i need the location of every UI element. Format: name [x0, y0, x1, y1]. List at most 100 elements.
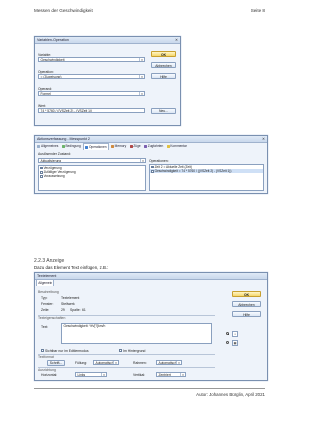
operand-value: Formel [40, 92, 51, 96]
help-button[interactable]: Hilfe [151, 73, 176, 79]
text-input[interactable]: Geschwindigkeit: %V[?]km/h [61, 323, 212, 344]
show-image-radio[interactable] [226, 341, 229, 344]
chevron-down-icon: ▾ [176, 361, 181, 364]
align-heading: Ausrichtung [38, 367, 56, 372]
route-icon [144, 145, 147, 148]
operations-icon [85, 145, 89, 149]
page-footer: Autor: Johannes Bürglin, April 2021 [196, 392, 265, 397]
page-header-title: Messen der Geschwindigkeit [34, 8, 93, 13]
description-heading: Beschreibung [38, 290, 59, 294]
fill-select[interactable]: Automatisch ▾ [93, 360, 119, 365]
editmode-checkbox[interactable] [41, 349, 44, 352]
tab-memory[interactable]: Memory [110, 143, 128, 150]
checkbox[interactable] [151, 170, 154, 173]
align-divider [38, 367, 215, 368]
help-button[interactable]: Hilfe [232, 311, 261, 317]
tab-label: Züge [133, 144, 141, 148]
tab-allgemein[interactable]: Allgemein [36, 279, 55, 286]
tab-label: Kommentar [170, 144, 187, 148]
props-heading: Texteigenschaften [38, 316, 66, 320]
state-label: Auslösender Zustand: [38, 152, 71, 156]
horizontal-select[interactable]: Links ▾ [75, 372, 107, 377]
frame-value: Automatisch [158, 361, 177, 365]
format-divider [38, 354, 215, 355]
cancel-button[interactable]: Abbrechen [151, 62, 176, 68]
train-icon [129, 145, 133, 148]
operation-select[interactable]: = (Zuweisung) ▾ [38, 74, 145, 79]
left-list: Verzögerung Zufälliger Verzögerung Vorau… [38, 165, 146, 191]
chevron-down-icon: ▾ [139, 75, 144, 78]
checkbox[interactable] [40, 175, 43, 178]
close-icon[interactable]: ✕ [261, 137, 266, 142]
dialog-title-bar: Aktionsverfassung - Messpunkt 2 ✕ [35, 136, 267, 143]
variable-operation-dialog: Variablen-Operation ✕ Variable: Geschwin… [34, 36, 181, 126]
ok-button[interactable]: OK [151, 51, 176, 57]
tab-label: Memory [114, 144, 127, 148]
section-text: Dazu das Element Text einfügen, z.B.: [34, 265, 109, 270]
condition-icon [61, 145, 65, 148]
tab-zugfahrten[interactable]: Zugfahrten [143, 143, 165, 150]
vertical-value: Zentriert [158, 373, 171, 377]
tab-label: Zugfahrten [147, 144, 164, 148]
close-icon[interactable]: ✕ [174, 38, 179, 43]
format-heading: Textformat [38, 355, 54, 359]
operation-value: = (Zuweisung) [40, 75, 62, 79]
tab-bar: Allgemeines Bedingung Operationen Memory… [35, 143, 267, 150]
fenster-label: Fenster: [41, 302, 54, 306]
tab-kommentar[interactable]: Kommentar [165, 143, 188, 150]
tab-operationen[interactable]: Operationen [82, 143, 109, 150]
chevron-down-icon: ▾ [113, 361, 118, 364]
font-button[interactable]: Schrift... [47, 360, 65, 366]
tab-label: Operationen [88, 144, 107, 149]
footer-divider [34, 388, 265, 389]
text-element-dialog: Textelement Allgemein Beschreibung Typ: … [34, 272, 268, 381]
tab-label: Bedingung [65, 144, 81, 148]
action-dialog: Aktionsverfassung - Messpunkt 2 ✕ Allgem… [34, 135, 268, 194]
vertical-select[interactable]: Zentriert ▾ [156, 372, 186, 377]
list-item[interactable]: Geschwindigkeit = 74 * 5760 / ((VSZeit 2… [150, 169, 263, 174]
frame-select[interactable]: Automatisch ▾ [156, 360, 182, 365]
list-item[interactable]: Voraussetzung [39, 174, 145, 178]
section-heading: 2.2.3 Anzeige [34, 258, 65, 264]
chevron-down-icon: ▾ [180, 373, 185, 376]
tab-zuege[interactable]: Züge [128, 143, 141, 150]
fill-label: Füllung: [75, 361, 88, 365]
comment-icon [166, 145, 170, 148]
checkbox[interactable] [40, 166, 43, 170]
checkbox[interactable] [40, 171, 43, 174]
show-text-radio[interactable] [226, 332, 229, 335]
frame-label: Rahmen: [133, 361, 147, 365]
operand-select[interactable]: Formel ▾ [38, 91, 145, 96]
tab-bedingung[interactable]: Bedingung [61, 143, 82, 150]
operations-list: Zeit 2 = Aktuelle Zeit (Zeit) Geschwindi… [149, 164, 264, 191]
background-checkbox[interactable] [119, 349, 122, 352]
tab-allgemeines[interactable]: Allgemeines [36, 143, 60, 150]
editmode-label: Sichtbar nur im Editiermodus [45, 348, 89, 353]
dialog-title-bar: Variablen-Operation ✕ [35, 37, 180, 44]
general-icon [37, 145, 41, 148]
cancel-button[interactable]: Abbrechen [232, 301, 261, 307]
variable-select[interactable]: Geschwindigkeit ▾ [38, 57, 145, 62]
background-label: Im Hintergrund [123, 348, 146, 353]
horizontal-value: Links [77, 373, 86, 377]
chevron-down-icon: ▾ [140, 159, 145, 162]
fenster-value: Stellwerk [61, 302, 75, 306]
ok-button[interactable]: OK [232, 291, 261, 297]
state-select[interactable]: Aktualisierung ▾ [38, 158, 146, 163]
dialog-title: Textelement [37, 274, 57, 278]
chevron-down-icon: ▾ [101, 373, 106, 376]
list-item-label: Geschwindigkeit = 74 * 5760 / ((VSZeit 2… [154, 169, 232, 174]
text-icon: ▪ [232, 330, 238, 337]
new-button[interactable]: Neu... [151, 108, 176, 114]
dialog-title: Variablen-Operation [37, 38, 69, 42]
zeile-value: 29 [61, 308, 65, 312]
tab-label: Allgemeines [40, 144, 59, 148]
wert-input[interactable]: 74 * 5760 / ((VSZeit 2) - (VSZeit 1)) [38, 108, 145, 113]
checkbox[interactable] [151, 165, 154, 169]
state-value: Aktualisierung [40, 159, 62, 163]
image-icon: ▦ [232, 339, 238, 346]
list-item-label: Voraussetzung [43, 174, 65, 179]
typ-value: Textelement [61, 296, 80, 300]
memory-icon [110, 145, 114, 148]
page-number: Seite 8 [250, 8, 265, 13]
